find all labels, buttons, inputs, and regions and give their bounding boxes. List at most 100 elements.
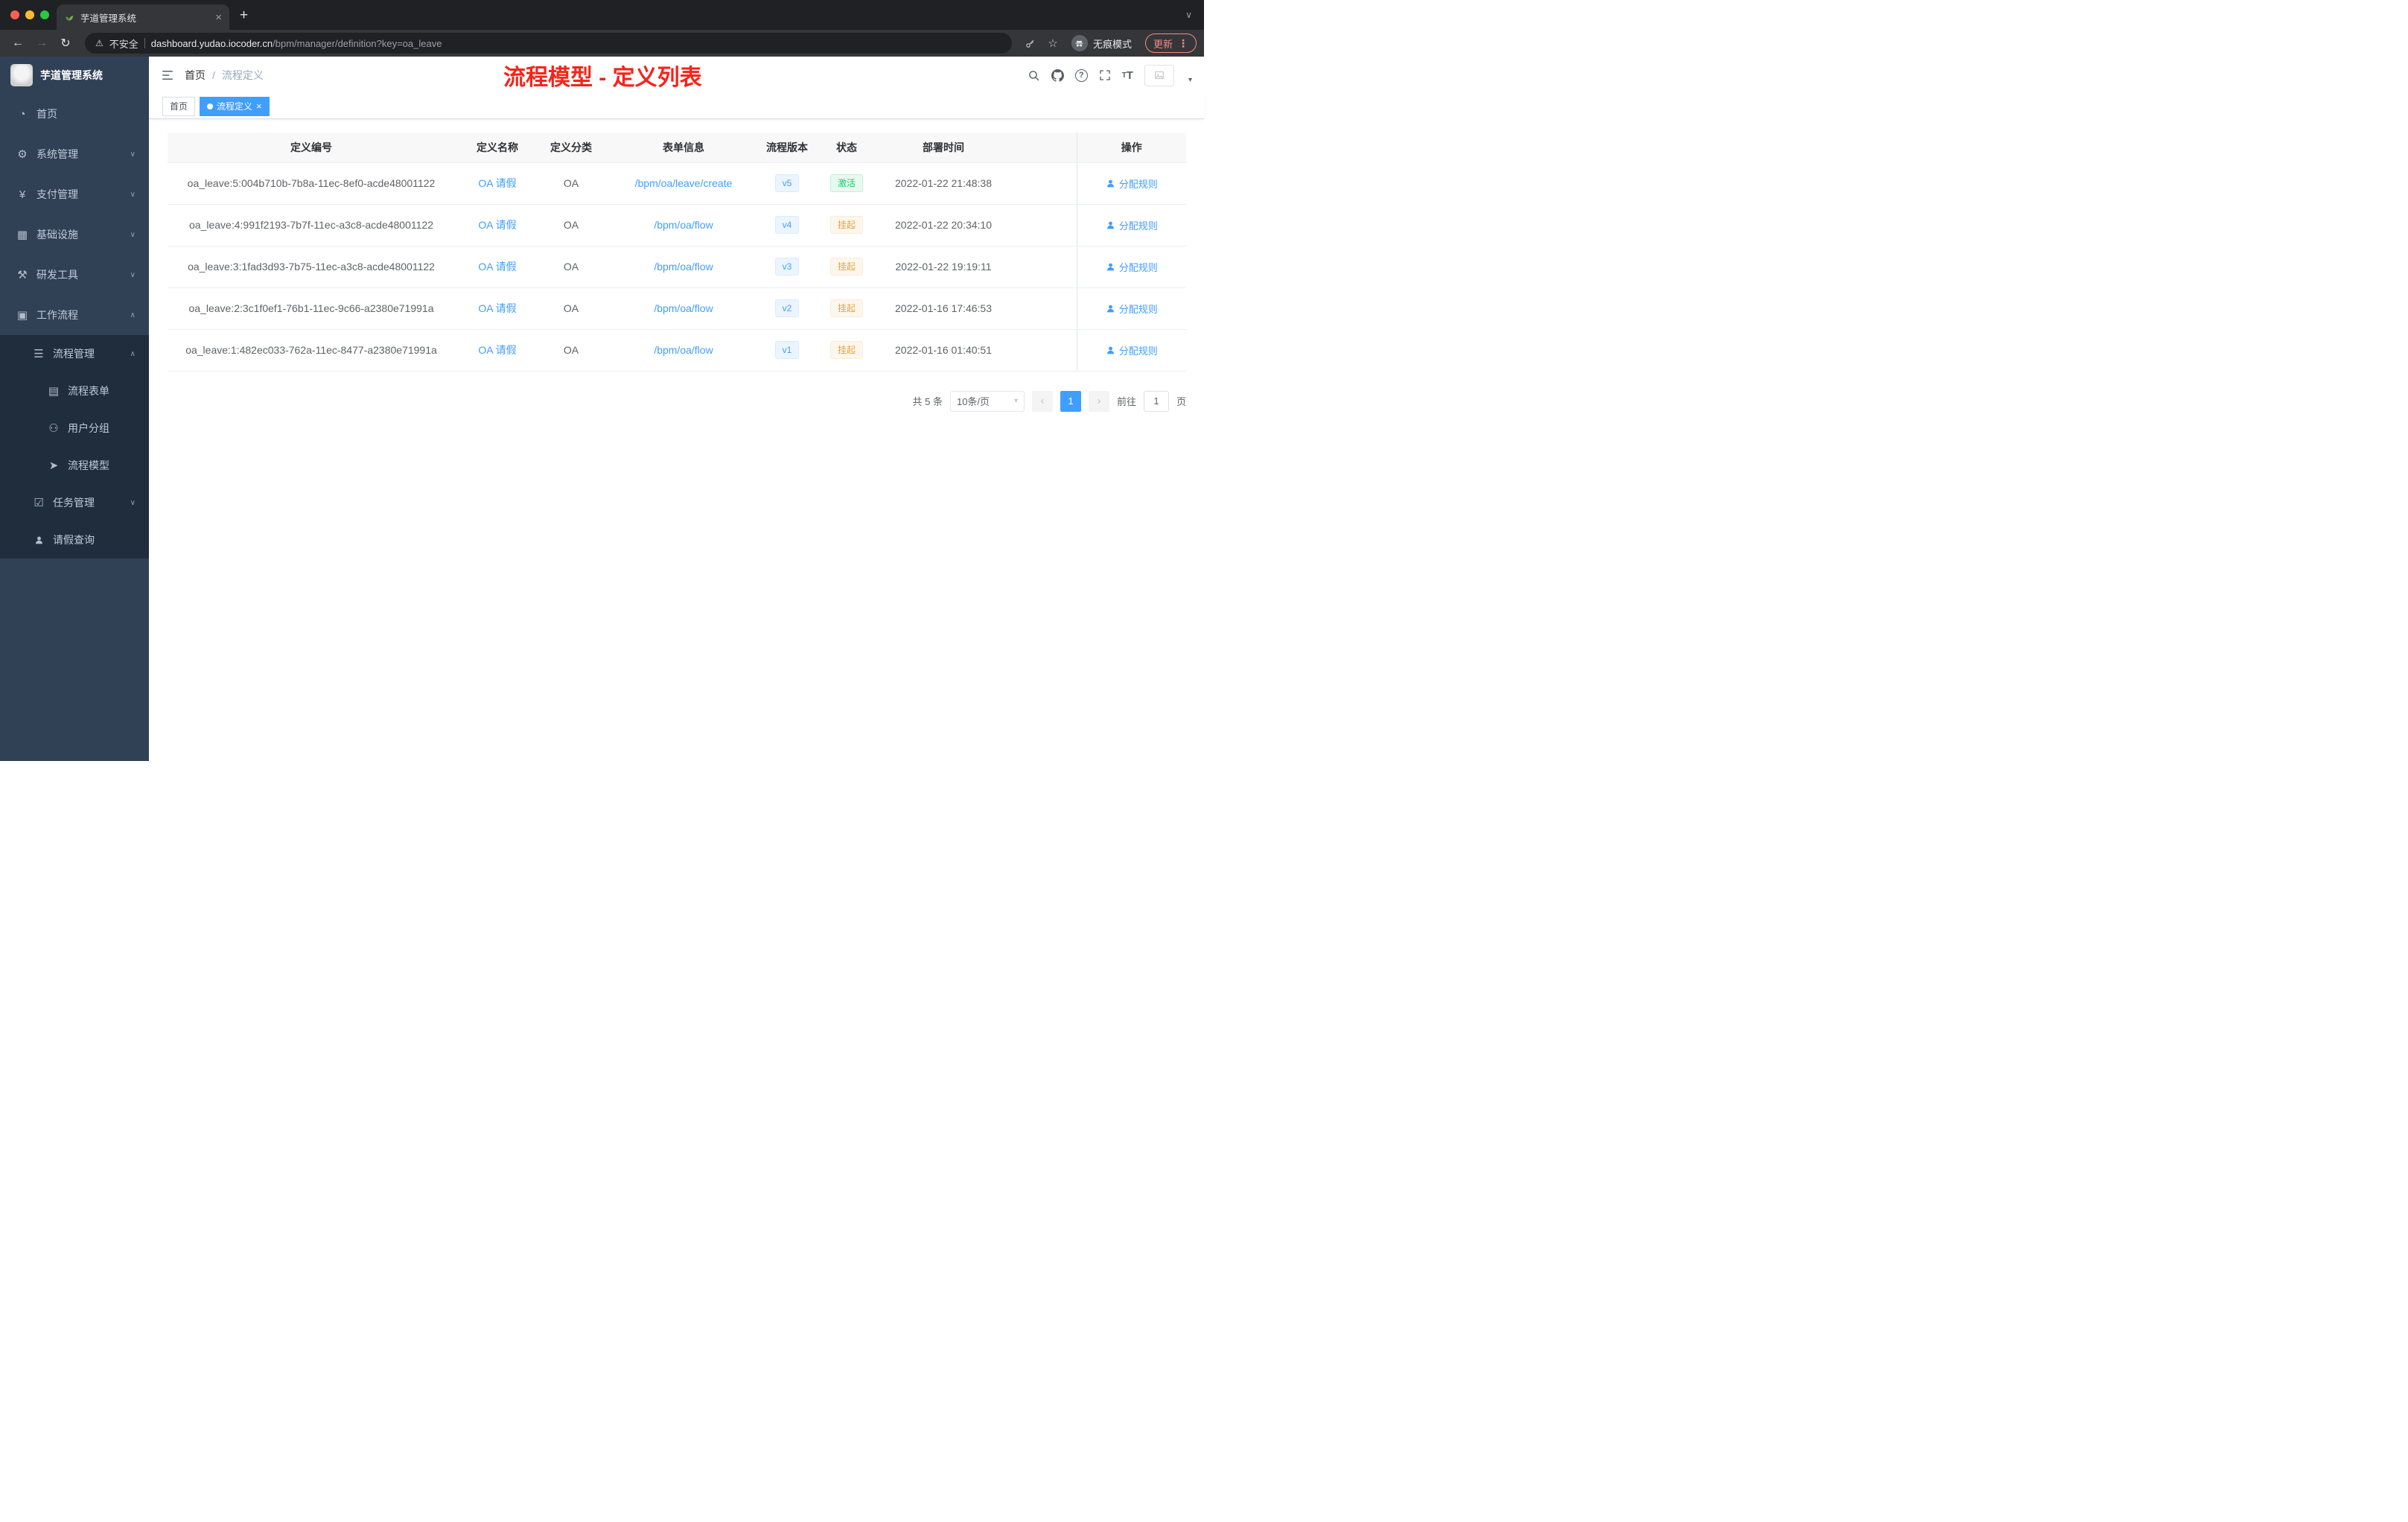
back-button[interactable]: ←: [7, 36, 28, 50]
gear-icon: ⚙: [17, 148, 28, 161]
incognito-label: 无痕模式: [1092, 38, 1132, 50]
form-link[interactable]: /bpm/oa/flow: [654, 219, 713, 231]
new-tab-button[interactable]: +: [240, 8, 248, 22]
form-link[interactable]: /bpm/oa/leave/create: [635, 177, 733, 189]
tools-icon: ⚒: [17, 269, 28, 281]
sidebar-item-devtools[interactable]: ⚒ 研发工具 ∨: [0, 255, 149, 295]
sidebar-item-process-management[interactable]: ☰ 流程管理 ∧: [0, 335, 149, 372]
definition-name-link[interactable]: OA 请假: [478, 177, 516, 189]
next-page-button[interactable]: ›: [1088, 390, 1109, 412]
menu-dots-icon[interactable]: ⋮: [1178, 37, 1188, 50]
url-separator: [144, 38, 145, 48]
dashboard-icon: ◔: [19, 107, 26, 121]
assign-rule-link[interactable]: 分配规则: [1106, 343, 1158, 357]
definition-category: OA: [540, 204, 602, 246]
sidebar-item-system[interactable]: ⚙ 系统管理 ∨: [0, 134, 149, 174]
yen-icon: ¥: [19, 188, 26, 201]
form-link[interactable]: /bpm/oa/flow: [654, 302, 713, 314]
avatar[interactable]: [1144, 64, 1174, 86]
sidebar: 芋道管理系统 ◔ 首页 ⚙ 系统管理 ∨ ¥ 支付管理 ∨ ▦ 基础设施 ∨ ⚒…: [0, 57, 149, 761]
address-bar[interactable]: ⚠ 不安全 dashboard.yudao.iocoder.cn/bpm/man…: [85, 33, 1012, 54]
avatar-caret-icon[interactable]: ▾: [1188, 76, 1192, 84]
table-header-row: 定义编号 定义名称 定义分类 表单信息 流程版本 状态 部署时间 操作: [168, 133, 1186, 163]
key-icon[interactable]: [1021, 38, 1040, 49]
search-icon[interactable]: [1028, 69, 1040, 82]
help-icon[interactable]: ?: [1074, 69, 1088, 82]
tab-search-chevron-icon[interactable]: ∨: [1185, 10, 1192, 20]
definition-name-link[interactable]: OA 请假: [478, 344, 516, 356]
forward-button[interactable]: →: [31, 36, 52, 50]
deploy-time: 2022-01-22 20:34:10: [884, 204, 1003, 246]
page-number-button[interactable]: 1: [1060, 390, 1081, 412]
sidebar-item-infrastructure[interactable]: ▦ 基础设施 ∨: [0, 214, 149, 255]
reload-button[interactable]: ↻: [55, 36, 76, 51]
tab-close-icon[interactable]: ×: [215, 11, 222, 24]
window-minimize-button[interactable]: [25, 10, 34, 19]
sidebar-item-task-management[interactable]: ☑ 任务管理 ∨: [0, 484, 149, 521]
definition-id: oa_leave:1:482ec033-762a-11ec-8477-a2380…: [168, 329, 455, 372]
version-tag: v3: [774, 258, 800, 276]
sidebar-menu: ◔ 首页 ⚙ 系统管理 ∨ ¥ 支付管理 ∨ ▦ 基础设施 ∨ ⚒ 研发工具 ∨: [0, 94, 149, 558]
assign-rule-link[interactable]: 分配规则: [1106, 218, 1158, 232]
browser-tab-bar: 芋道管理系统 × + ∨: [0, 0, 1204, 30]
hamburger-icon[interactable]: [161, 69, 174, 82]
status-badge: 挂起: [829, 299, 863, 317]
browser-toolbar: ← → ↻ ⚠ 不安全 dashboard.yudao.iocoder.cn/b…: [0, 30, 1204, 57]
bookmark-star-icon[interactable]: ☆: [1043, 36, 1063, 50]
sidebar-logo: 芋道管理系统: [0, 57, 149, 94]
status-badge: 挂起: [829, 216, 863, 234]
form-link[interactable]: /bpm/oa/flow: [654, 261, 713, 273]
window-close-button[interactable]: [10, 10, 19, 19]
deploy-time: 2022-01-16 01:40:51: [884, 329, 1003, 372]
page-size-select[interactable]: 10条/页 ▾: [949, 390, 1025, 412]
definition-name-link[interactable]: OA 请假: [478, 302, 516, 314]
sidebar-item-home[interactable]: ◔ 首页: [0, 94, 149, 134]
chevron-down-icon: ∨: [130, 150, 136, 159]
sidebar-item-user-group[interactable]: ⚇ 用户分组: [0, 410, 149, 447]
definition-name-link[interactable]: OA 请假: [478, 261, 516, 273]
assign-rule-link[interactable]: 分配规则: [1106, 176, 1158, 191]
definition-name-link[interactable]: OA 请假: [478, 219, 516, 231]
chevron-down-icon: ∨: [130, 190, 136, 199]
assign-rule-link[interactable]: 分配规则: [1106, 302, 1158, 316]
url-text: dashboard.yudao.iocoder.cn/bpm/manager/d…: [151, 38, 442, 49]
definition-id: oa_leave:2:3c1f0ef1-76b1-11ec-9c66-a2380…: [168, 287, 455, 330]
users-icon: ⚇: [48, 422, 59, 435]
sidebar-item-workflow[interactable]: ▣ 工作流程 ∧: [0, 295, 149, 335]
goto-page-input[interactable]: [1143, 390, 1169, 412]
definition-category: OA: [540, 162, 602, 205]
pagination-total: 共 5 条: [912, 396, 943, 407]
form-link[interactable]: /bpm/oa/flow: [654, 344, 713, 356]
breadcrumb: 首页 / 流程定义: [185, 68, 264, 83]
breadcrumb-home[interactable]: 首页: [185, 68, 206, 83]
fullscreen-icon[interactable]: [1099, 69, 1111, 81]
chevron-up-icon: ∧: [130, 349, 136, 358]
workflow-submenu: ☰ 流程管理 ∧ ▤ 流程表单 ⚇ 用户分组 ➤ 流程模型 ☑ 任务管理 ∨ 请…: [0, 335, 149, 558]
sidebar-item-process-form[interactable]: ▤ 流程表单: [0, 372, 149, 410]
deploy-time: 2022-01-16 17:46:53: [884, 287, 1003, 330]
sidebar-item-leave-query[interactable]: 请假查询: [0, 521, 149, 558]
tag-close-icon[interactable]: ×: [256, 101, 262, 111]
update-label: 更新: [1153, 38, 1173, 50]
table-row: oa_leave:2:3c1f0ef1-76b1-11ec-9c66-a2380…: [168, 287, 1186, 330]
chevron-up-icon: ∧: [130, 311, 136, 319]
status-badge: 激活: [829, 174, 863, 192]
github-icon[interactable]: [1051, 69, 1064, 82]
definition-category: OA: [540, 287, 602, 330]
version-tag: v5: [774, 174, 800, 192]
assign-rule-link[interactable]: 分配规则: [1106, 260, 1158, 274]
col-definition-id: 定义编号: [168, 133, 455, 163]
sidebar-item-payment[interactable]: ¥ 支付管理 ∨: [0, 174, 149, 214]
prev-page-button[interactable]: ‹: [1031, 390, 1053, 412]
status-badge: 挂起: [829, 341, 863, 359]
window-zoom-button[interactable]: [40, 10, 49, 19]
font-size-icon[interactable]: TT: [1122, 69, 1133, 82]
tag-process-definition[interactable]: 流程定义 ×: [200, 96, 270, 116]
update-button[interactable]: 更新 ⋮: [1144, 34, 1197, 53]
tag-home[interactable]: 首页: [162, 96, 196, 116]
url-domain: dashboard.yudao.iocoder.cn: [150, 37, 273, 49]
browser-tab[interactable]: 芋道管理系统 ×: [57, 4, 229, 30]
table-row: oa_leave:4:991f2193-7b7f-11ec-a3c8-acde4…: [168, 204, 1186, 246]
sidebar-item-process-model[interactable]: ➤ 流程模型: [0, 447, 149, 484]
version-tag: v4: [774, 216, 800, 234]
